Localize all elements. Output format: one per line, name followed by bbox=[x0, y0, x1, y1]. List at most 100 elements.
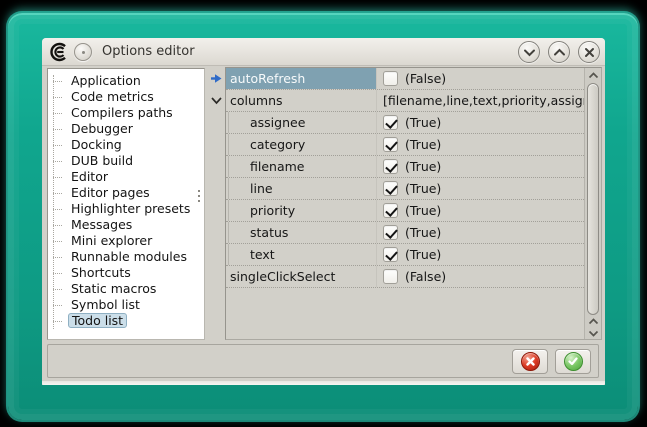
property-value[interactable]: (True) bbox=[377, 222, 584, 243]
property-value-label: (True) bbox=[405, 203, 441, 218]
options-editor-window: Options editor ApplicationCode metricsCo… bbox=[42, 38, 605, 385]
property-value[interactable]: (True) bbox=[377, 134, 584, 155]
sidebar-item-label: Editor bbox=[68, 169, 111, 184]
sidebar-item-shortcuts[interactable]: Shortcuts bbox=[48, 265, 204, 281]
category-list: ApplicationCode metricsCompilers pathsDe… bbox=[47, 68, 205, 340]
property-value[interactable]: (True) bbox=[377, 200, 584, 221]
gutter-cell bbox=[208, 67, 225, 89]
property-name[interactable]: autoRefresh bbox=[226, 68, 377, 89]
sidebar-item-label: Debugger bbox=[68, 121, 136, 136]
gutter-cell[interactable] bbox=[208, 89, 225, 111]
vertical-scrollbar[interactable] bbox=[584, 68, 601, 339]
sidebar-item-symbol-list[interactable]: Symbol list bbox=[48, 297, 204, 313]
sidebar-item-editor[interactable]: Editor bbox=[48, 169, 204, 185]
property-row-priority: priority (True) bbox=[226, 200, 584, 222]
property-value[interactable]: (True) bbox=[377, 156, 584, 177]
checkbox-checked-icon[interactable] bbox=[383, 203, 398, 218]
property-name[interactable]: singleClickSelect bbox=[226, 266, 377, 287]
property-row-autorefresh: autoRefresh (False) bbox=[226, 68, 584, 90]
property-name[interactable]: filename bbox=[226, 156, 377, 177]
sidebar-item-label: Messages bbox=[68, 217, 135, 232]
checkbox-checked-icon[interactable] bbox=[383, 137, 398, 152]
gutter-cell bbox=[208, 265, 225, 287]
app-logo-icon bbox=[49, 42, 69, 62]
property-value-label: (False) bbox=[405, 71, 446, 86]
sidebar-item-label: Mini explorer bbox=[68, 233, 155, 248]
grid-marker-gutter bbox=[208, 67, 225, 340]
gutter-cell bbox=[208, 133, 225, 155]
sidebar-item-debugger[interactable]: Debugger bbox=[48, 121, 204, 137]
property-value-label: (False) bbox=[405, 269, 446, 284]
property-value[interactable]: (False) bbox=[377, 68, 584, 89]
property-value-label: (True) bbox=[405, 159, 441, 174]
scroll-down-button[interactable] bbox=[585, 327, 601, 340]
checkbox-checked-icon[interactable] bbox=[383, 159, 398, 174]
sidebar-item-label: Shortcuts bbox=[68, 265, 134, 280]
property-name[interactable]: priority bbox=[226, 200, 377, 221]
property-row-status: status (True) bbox=[226, 222, 584, 244]
gutter-cell bbox=[208, 243, 225, 265]
maximize-button[interactable] bbox=[548, 41, 570, 63]
property-value-label: [filename,line,text,priority,assigne bbox=[383, 93, 584, 108]
property-name[interactable]: status bbox=[226, 222, 377, 243]
sidebar-item-editor-pages[interactable]: Editor pages bbox=[48, 185, 204, 201]
sidebar-item-docking[interactable]: Docking bbox=[48, 137, 204, 153]
sidebar-item-todo-list[interactable]: Todo list bbox=[48, 313, 204, 329]
checkbox-checked-icon[interactable] bbox=[383, 247, 398, 262]
sidebar-item-mini-explorer[interactable]: Mini explorer bbox=[48, 233, 204, 249]
selected-row-arrow-icon bbox=[210, 73, 223, 84]
chevron-up-icon bbox=[553, 48, 566, 57]
gutter-cell bbox=[208, 111, 225, 133]
property-row-category: category(True) bbox=[226, 134, 584, 156]
checkbox-checked-icon[interactable] bbox=[383, 115, 398, 130]
sidebar-item-runnable-modules[interactable]: Runnable modules bbox=[48, 249, 204, 265]
property-value-label: (True) bbox=[405, 247, 441, 262]
property-name[interactable]: line bbox=[226, 178, 377, 199]
property-name[interactable]: text bbox=[226, 244, 377, 265]
sidebar-item-label: Runnable modules bbox=[68, 249, 190, 264]
checkbox-checked-icon[interactable] bbox=[383, 225, 398, 240]
property-value-label: (True) bbox=[405, 225, 441, 240]
gutter-cell bbox=[208, 155, 225, 177]
scroll-thumb[interactable] bbox=[587, 83, 599, 315]
property-name[interactable]: category bbox=[226, 134, 377, 155]
property-value[interactable]: (True) bbox=[377, 244, 584, 265]
accept-check-icon bbox=[564, 352, 583, 371]
accept-button[interactable] bbox=[555, 349, 591, 374]
sidebar-item-label: DUB build bbox=[68, 153, 136, 168]
property-name[interactable]: assignee bbox=[226, 112, 377, 133]
sidebar-item-label: Symbol list bbox=[68, 297, 143, 312]
property-row-line: line (True) bbox=[226, 178, 584, 200]
sidebar-item-label: Docking bbox=[68, 137, 125, 152]
property-value[interactable]: (False) bbox=[377, 266, 584, 287]
sidebar-item-dub-build[interactable]: DUB build bbox=[48, 153, 204, 169]
sidebar-item-static-macros[interactable]: Static macros bbox=[48, 281, 204, 297]
sidebar-item-label: Editor pages bbox=[68, 185, 153, 200]
sidebar-item-application[interactable]: Application bbox=[48, 73, 204, 89]
sidebar-item-label: Highlighter presets bbox=[68, 201, 193, 216]
close-button[interactable] bbox=[578, 41, 600, 63]
checkbox-checked-icon[interactable] bbox=[383, 181, 398, 196]
checkbox-unchecked-icon[interactable] bbox=[383, 71, 398, 86]
property-value[interactable]: (True) bbox=[377, 178, 584, 199]
sidebar-item-label: Todo list bbox=[68, 313, 127, 328]
window-menu-button[interactable] bbox=[74, 43, 92, 61]
property-value[interactable]: [filename,line,text,priority,assigne bbox=[377, 90, 584, 111]
property-name[interactable]: columns bbox=[226, 90, 377, 111]
gutter-cell bbox=[208, 177, 225, 199]
sidebar-item-highlighter-presets[interactable]: Highlighter presets bbox=[48, 201, 204, 217]
minimize-button[interactable] bbox=[518, 41, 540, 63]
chevron-down-icon bbox=[523, 48, 536, 57]
sidebar-item-code-metrics[interactable]: Code metrics bbox=[48, 89, 204, 105]
sidebar-item-messages[interactable]: Messages bbox=[48, 217, 204, 233]
collapse-chevron-icon[interactable] bbox=[210, 95, 223, 106]
splitter-handle[interactable] bbox=[197, 188, 201, 208]
chevron-up-icon bbox=[588, 318, 599, 325]
sidebar-item-compilers-paths[interactable]: Compilers paths bbox=[48, 105, 204, 121]
titlebar[interactable]: Options editor bbox=[42, 38, 605, 66]
property-value[interactable]: (True) bbox=[377, 112, 584, 133]
property-value-label: (True) bbox=[405, 181, 441, 196]
scroll-up-button[interactable] bbox=[585, 69, 601, 82]
checkbox-unchecked-icon[interactable] bbox=[383, 269, 398, 284]
cancel-button[interactable] bbox=[512, 349, 548, 374]
